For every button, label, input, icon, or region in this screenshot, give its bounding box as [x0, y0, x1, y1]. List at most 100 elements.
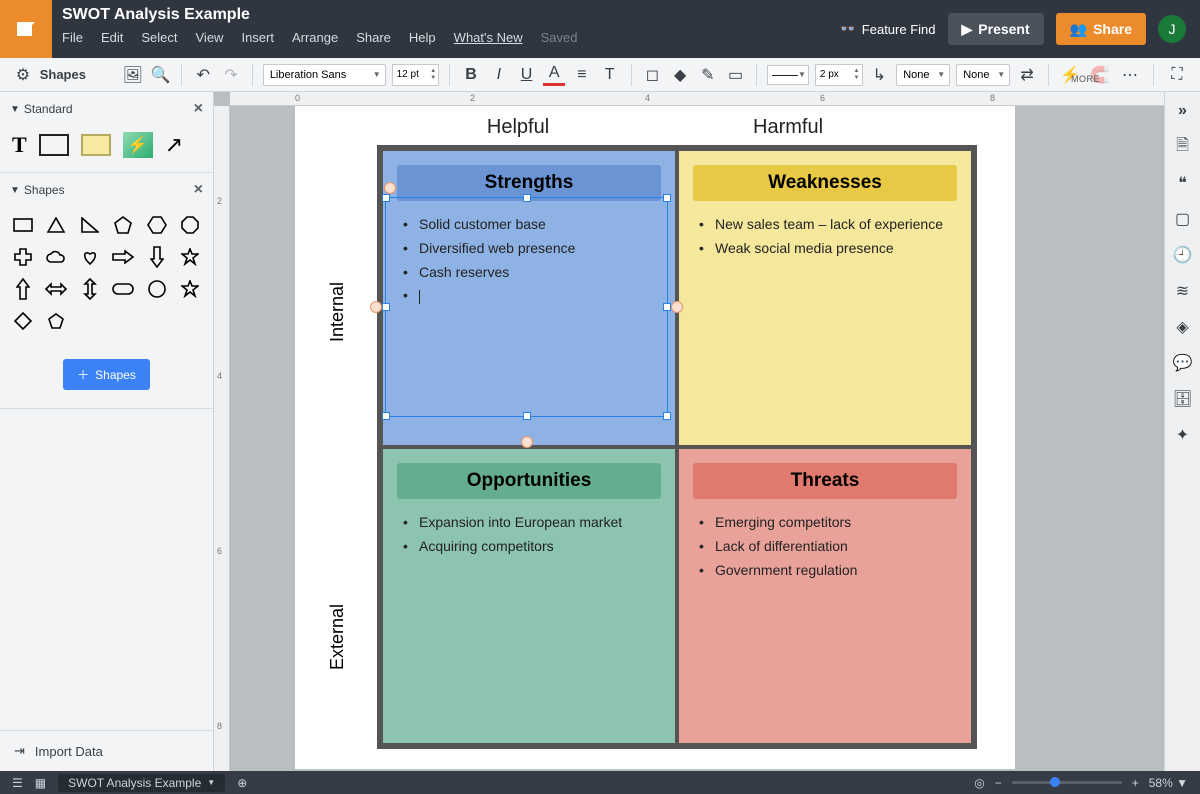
history-icon[interactable]: 🕘 [1174, 246, 1192, 264]
layers-icon[interactable]: ≋ [1174, 282, 1192, 300]
connector-handle[interactable] [384, 182, 396, 194]
arrow-up-icon[interactable] [10, 277, 36, 301]
menu-arrange[interactable]: Arrange [292, 30, 338, 45]
canvas-page[interactable]: Helpful Harmful Internal External Streng… [295, 106, 1015, 769]
arrow-ud-icon[interactable] [77, 277, 103, 301]
arrow-right-icon[interactable] [111, 245, 137, 269]
text-tool-icon[interactable]: T [12, 132, 27, 158]
undo-icon[interactable]: ↶ [192, 64, 214, 86]
menu-select[interactable]: Select [141, 30, 177, 45]
redo-icon[interactable]: ↷ [220, 64, 242, 86]
import-data-button[interactable]: ⇥ Import Data [0, 730, 213, 771]
menu-file[interactable]: File [62, 30, 83, 45]
shape-style-icon[interactable]: ◻ [642, 64, 664, 86]
cloud-icon[interactable] [44, 245, 70, 269]
fullscreen-icon[interactable]: ⛶ [1166, 64, 1188, 86]
resize-handle[interactable] [382, 194, 390, 202]
zoom-level[interactable]: 58% ▼ [1149, 776, 1188, 790]
circle-icon[interactable] [144, 277, 170, 301]
user-avatar[interactable]: J [1158, 15, 1186, 43]
connector-handle[interactable] [671, 301, 683, 313]
gear-icon[interactable]: ⚙ [12, 64, 34, 86]
chevron-down-icon[interactable]: ▼ [10, 185, 20, 196]
arrow-down-icon[interactable] [144, 245, 170, 269]
menu-insert[interactable]: Insert [241, 30, 274, 45]
resize-handle[interactable] [523, 194, 531, 202]
quadrant-opportunities[interactable]: Opportunities Expansion into European ma… [381, 447, 677, 745]
zoom-in-icon[interactable]: + [1132, 776, 1139, 790]
sparkle-icon[interactable]: ✦ [1174, 426, 1192, 444]
resize-handle[interactable] [382, 303, 390, 311]
diamond-icon[interactable] [10, 309, 36, 333]
arrow-shape-icon[interactable]: ↗ [165, 132, 183, 158]
search-icon[interactable]: 🔍 [150, 64, 172, 86]
share-button[interactable]: 👥 Share [1056, 13, 1146, 45]
text-options-icon[interactable]: T [599, 64, 621, 86]
list-item[interactable]: Weak social media presence [715, 237, 957, 261]
page-icon[interactable]: 🗎 [1174, 138, 1192, 156]
add-page-icon[interactable]: ⊕ [237, 776, 247, 790]
list-item[interactable]: Government regulation [715, 559, 957, 583]
close-icon[interactable]: × [194, 100, 203, 118]
more-icon[interactable]: ⋯ [1119, 64, 1141, 86]
line-route-icon[interactable]: ↳ [869, 64, 891, 86]
pentagon2-icon[interactable] [44, 309, 70, 333]
selection-box[interactable] [385, 197, 668, 417]
line-style-select[interactable] [767, 65, 809, 85]
target-icon[interactable]: ◎ [974, 776, 984, 790]
menu-share[interactable]: Share [356, 30, 391, 45]
feature-find-button[interactable]: 👓 Feature Find [840, 21, 936, 37]
star-outline-icon[interactable] [178, 245, 204, 269]
connector-handle[interactable] [370, 301, 382, 313]
resize-handle[interactable] [663, 412, 671, 420]
arrow-start-select[interactable]: None [896, 64, 950, 86]
menu-edit[interactable]: Edit [101, 30, 123, 45]
menu-help[interactable]: Help [409, 30, 436, 45]
shape-options-icon[interactable]: ▭ [725, 64, 747, 86]
style-icon[interactable]: ◈ [1174, 318, 1192, 336]
list-item[interactable]: Emerging competitors [715, 511, 957, 535]
cross-icon[interactable] [10, 245, 36, 269]
octagon-icon[interactable] [178, 213, 204, 237]
connector-handle[interactable] [521, 436, 533, 448]
line-width-input[interactable]: 2 px [815, 64, 863, 86]
data-icon[interactable]: 🗄 [1174, 390, 1192, 408]
presentation-icon[interactable]: ▢ [1174, 210, 1192, 228]
pentagon-icon[interactable] [111, 213, 137, 237]
arrow-end-select[interactable]: None [956, 64, 1010, 86]
canvas-area[interactable]: 0 2 4 6 8 2 4 6 8 Helpful Harmful Intern… [214, 92, 1164, 771]
outline-view-icon[interactable]: ☰ [12, 776, 23, 790]
comments-icon[interactable]: ❝ [1174, 174, 1192, 192]
app-logo[interactable] [0, 0, 52, 58]
resize-handle[interactable] [663, 194, 671, 202]
fill-icon[interactable]: ◆ [669, 64, 691, 86]
font-family-select[interactable]: Liberation Sans [263, 64, 386, 86]
note-shape-icon[interactable] [81, 134, 111, 156]
hexagon-icon[interactable] [144, 213, 170, 237]
image-icon[interactable]: 🖼 [122, 64, 144, 86]
collapse-icon[interactable]: » [1174, 102, 1192, 120]
zoom-out-icon[interactable]: − [995, 776, 1002, 790]
list-item[interactable]: Lack of differentiation [715, 535, 957, 559]
rect-shape-icon[interactable] [39, 134, 69, 156]
list-item[interactable]: Acquiring competitors [419, 535, 661, 559]
font-color-icon[interactable]: A [543, 64, 565, 86]
chat-icon[interactable]: 💬 [1174, 354, 1192, 372]
font-size-input[interactable]: 12 pt [392, 64, 440, 86]
grid-view-icon[interactable]: ▦ [35, 776, 46, 790]
underline-icon[interactable]: U [516, 64, 538, 86]
rect-icon[interactable] [10, 213, 36, 237]
arrow-lr-icon[interactable] [44, 277, 70, 301]
triangle-icon[interactable] [44, 213, 70, 237]
list-item[interactable]: New sales team – lack of experience [715, 213, 957, 237]
align-icon[interactable]: ≡ [571, 64, 593, 86]
bold-icon[interactable]: B [460, 64, 482, 86]
resize-handle[interactable] [523, 412, 531, 420]
chevron-down-icon[interactable]: ▼ [10, 104, 20, 115]
menu-whats-new[interactable]: What's New [454, 30, 523, 45]
present-button[interactable]: ▶ Present [948, 13, 1044, 45]
list-item[interactable]: Expansion into European market [419, 511, 661, 535]
italic-icon[interactable]: I [488, 64, 510, 86]
add-shapes-button[interactable]: ＋ Shapes [63, 359, 150, 390]
resize-handle[interactable] [663, 303, 671, 311]
